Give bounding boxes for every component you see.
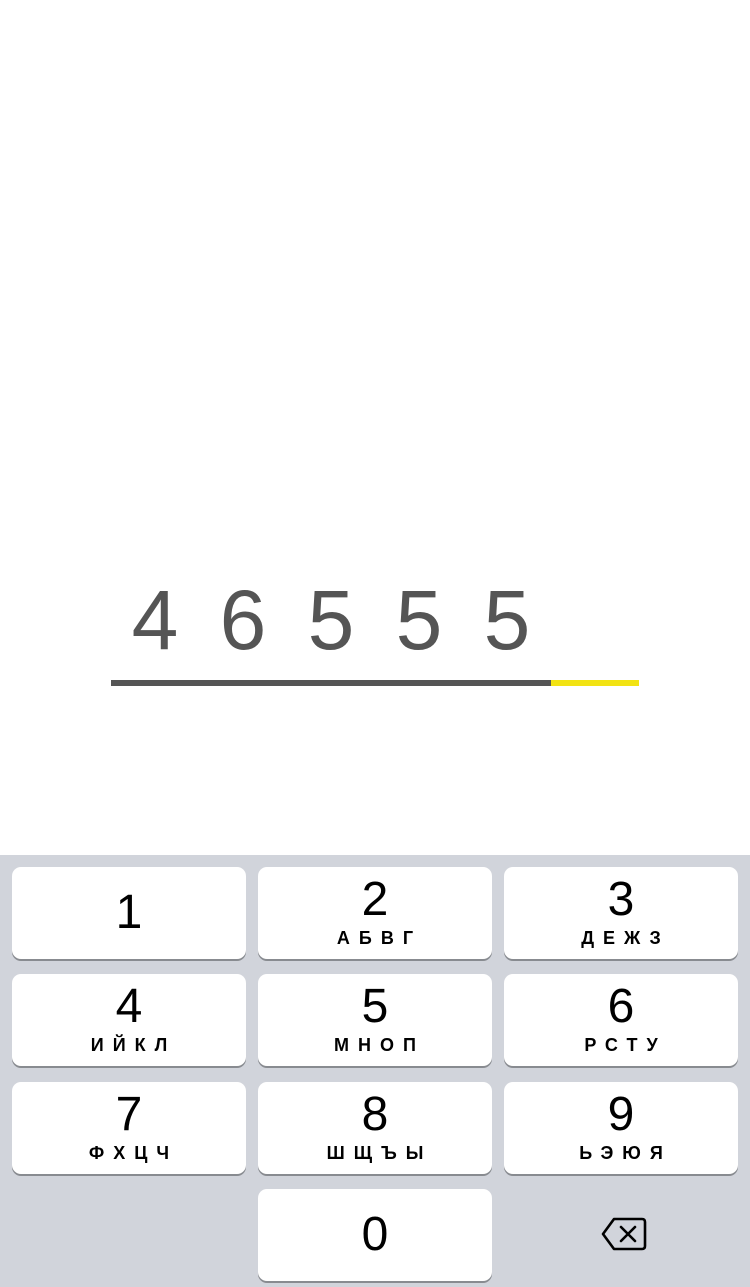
key-4[interactable]: 4 ИЙКЛ (12, 974, 246, 1066)
key-letters: АБВГ (336, 928, 423, 948)
key-number: 0 (361, 1208, 389, 1261)
key-number: 2 (361, 873, 389, 926)
screen: 4 6 5 5 5 1 2 АБВГ 3 ДЕЖЗ 4 ИЙКЛ 5 МНОП … (0, 0, 750, 1287)
key-letters: МНОП (334, 1035, 425, 1055)
code-digits: 4 6 5 5 5 (111, 570, 639, 670)
key-2[interactable]: 2 АБВГ (258, 867, 492, 959)
key-5[interactable]: 5 МНОП (258, 974, 492, 1066)
code-entry[interactable]: 4 6 5 5 5 (111, 570, 639, 690)
key-0[interactable]: 0 (258, 1189, 492, 1281)
key-9[interactable]: 9 ЬЭЮЯ (504, 1082, 738, 1174)
key-1[interactable]: 1 (12, 867, 246, 959)
key-letters: РСТУ (584, 1035, 667, 1055)
code-digit-5: 5 (483, 573, 531, 667)
key-letters: ДЕЖЗ (581, 928, 670, 948)
key-letters: ШЩЪЫ (326, 1143, 433, 1163)
key-number: 4 (115, 980, 143, 1033)
key-number: 7 (115, 1088, 143, 1141)
key-number: 6 (607, 980, 635, 1033)
numeric-keypad: 1 2 АБВГ 3 ДЕЖЗ 4 ИЙКЛ 5 МНОП 6 РСТУ 7 Ф… (0, 855, 750, 1287)
key-letters: ЬЭЮЯ (579, 1143, 672, 1163)
key-3[interactable]: 3 ДЕЖЗ (504, 867, 738, 959)
code-digit-1: 4 (131, 573, 179, 667)
backspace-icon (601, 1217, 647, 1251)
code-digit-2: 6 (219, 573, 267, 667)
key-number: 8 (361, 1088, 389, 1141)
key-number: 3 (607, 873, 635, 926)
code-digit-4: 5 (395, 573, 443, 667)
key-letters: ИЙКЛ (90, 1035, 177, 1055)
key-number: 9 (607, 1088, 635, 1141)
underline-filled (111, 680, 551, 686)
key-number: 1 (115, 886, 143, 939)
key-7[interactable]: 7 ФХЦЧ (12, 1082, 246, 1174)
key-6[interactable]: 6 РСТУ (504, 974, 738, 1066)
backspace-button[interactable] (504, 1189, 738, 1281)
key-8[interactable]: 8 ШЩЪЫ (258, 1082, 492, 1174)
underline-remaining (551, 680, 639, 686)
key-letters: ФХЦЧ (88, 1143, 179, 1163)
code-digit-3: 5 (307, 573, 355, 667)
code-progress-underline (111, 680, 639, 686)
key-number: 5 (361, 980, 389, 1033)
